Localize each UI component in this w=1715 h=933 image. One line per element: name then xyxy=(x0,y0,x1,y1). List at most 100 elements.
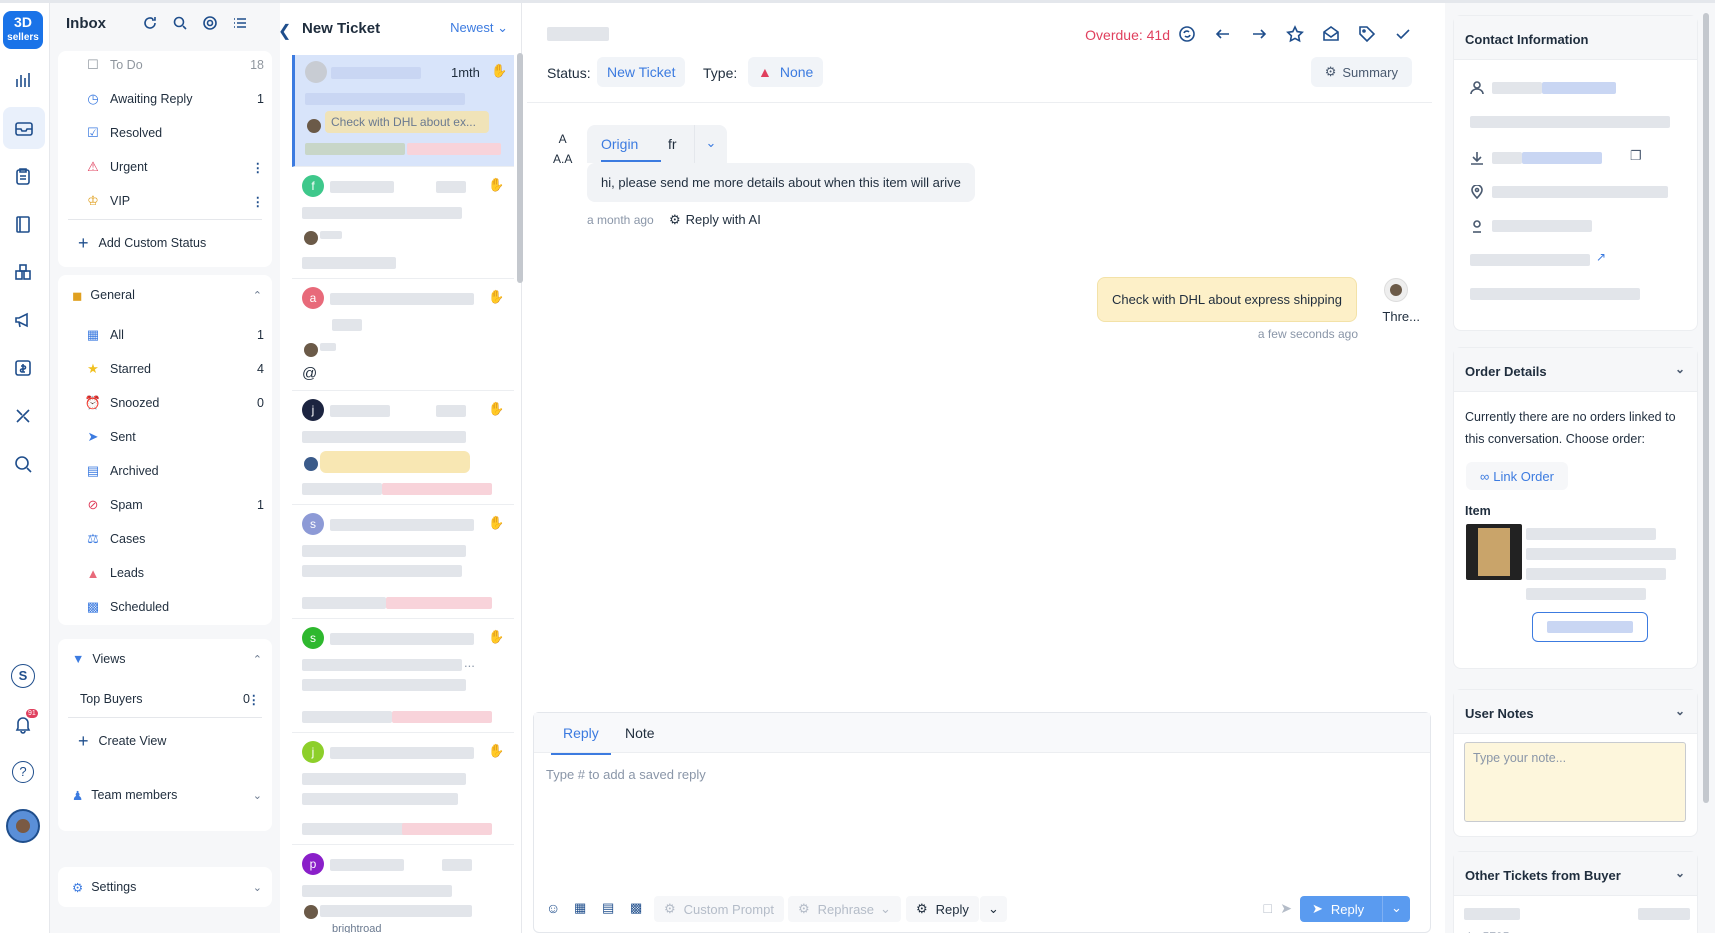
ticket-row[interactable]: f ✋ xyxy=(292,169,514,279)
all-icon: ▦ xyxy=(86,327,100,342)
view-menu-icon[interactable]: ⋮ xyxy=(248,692,261,707)
book-icon[interactable] xyxy=(10,211,36,237)
notifications-bell-icon[interactable]: 91 xyxy=(10,709,38,737)
mail-open-icon[interactable] xyxy=(1322,25,1340,43)
send-dropdown-icon[interactable]: ⌄ xyxy=(1382,896,1410,922)
send-reply-button[interactable]: ➤ Reply ⌄ xyxy=(1300,896,1410,922)
image-icon[interactable]: ▩ xyxy=(630,900,642,916)
tab-language-fr[interactable]: fr xyxy=(668,136,677,152)
arrow-right-icon[interactable] xyxy=(1250,25,1268,43)
copy-icon[interactable]: ❐ xyxy=(1630,148,1642,164)
search-analytics-icon[interactable] xyxy=(10,451,36,477)
tools-icon[interactable] xyxy=(10,403,36,429)
ai-reply-button[interactable]: ⚙ Reply xyxy=(906,896,979,922)
contact-name-row xyxy=(1466,80,1686,96)
add-custom-status-button[interactable]: + Add Custom Status xyxy=(78,233,258,253)
refresh-icon[interactable] xyxy=(142,15,158,31)
user-avatar[interactable] xyxy=(6,809,40,843)
status-dropdown[interactable]: New Ticket xyxy=(597,57,686,87)
general-item-scheduled[interactable]: ▩ Scheduled xyxy=(84,597,264,617)
order-action-button[interactable] xyxy=(1532,612,1648,642)
sync-icon[interactable] xyxy=(1178,25,1196,43)
clipboard-icon[interactable] xyxy=(10,163,36,189)
ticket-row[interactable]: j ✋ xyxy=(292,393,514,505)
page-scrollbar[interactable] xyxy=(1703,13,1709,803)
gear-icon[interactable] xyxy=(202,15,218,31)
settings-section[interactable]: ⚙ Settings ⌄ xyxy=(72,877,268,897)
agent-avatar xyxy=(307,119,321,133)
search-icon[interactable] xyxy=(172,15,188,31)
general-item-all[interactable]: ▦ All 1 xyxy=(84,325,264,345)
reply-textarea[interactable]: Type # to add a saved reply xyxy=(546,767,706,782)
type-dropdown[interactable]: ▲ None xyxy=(748,57,824,87)
tab-origin[interactable]: Origin xyxy=(601,136,638,152)
billing-icon[interactable] xyxy=(10,355,36,381)
user-note-textarea[interactable]: Type your note... xyxy=(1464,742,1686,822)
translate-toggle[interactable]: A A.A xyxy=(553,129,572,169)
contact-information-card: Contact Information ❐ ↗ xyxy=(1453,15,1698,331)
help-icon[interactable]: ? xyxy=(10,759,36,785)
status-s-icon[interactable]: S xyxy=(10,663,36,689)
order-details-header[interactable]: Order Details ⌄ xyxy=(1454,348,1697,392)
tag-icon[interactable] xyxy=(1358,25,1376,43)
other-tickets-header[interactable]: Other Tickets from Buyer ⌄ xyxy=(1454,852,1697,896)
ai-reply-dropdown-icon[interactable]: ⌄ xyxy=(980,896,1007,922)
id-card-icon[interactable]: ▦ xyxy=(574,900,586,916)
urgent-menu-icon[interactable]: ⋮ xyxy=(252,160,265,175)
ticket-row[interactable]: s ✋ xyxy=(292,507,514,619)
status-item-urgent[interactable]: ⚠ Urgent ⋮ xyxy=(84,157,264,177)
ticket-row[interactable]: 1mth ✋ Check with DHL about ex... xyxy=(292,55,514,167)
status-item-awaiting-reply[interactable]: ◷ Awaiting Reply 1 xyxy=(84,89,264,109)
status-item-resolved[interactable]: ☑ Resolved xyxy=(84,123,264,143)
inbox-icon[interactable] xyxy=(3,107,45,149)
create-view-button[interactable]: + Create View xyxy=(78,731,258,751)
sort-dropdown[interactable]: Newest ⌄ xyxy=(450,20,508,36)
analytics-icon[interactable] xyxy=(10,67,36,93)
feedback-icon[interactable]: □ xyxy=(1264,900,1272,916)
template-icon[interactable]: ▤ xyxy=(602,900,614,916)
general-item-starred[interactable]: ★ Starred 4 xyxy=(84,359,264,379)
reply-with-ai-button[interactable]: ⚙ Reply with AI xyxy=(669,212,761,228)
overdue-label: Overdue: 41d xyxy=(1085,27,1170,43)
schedule-send-icon[interactable]: ➤ xyxy=(1280,900,1292,917)
view-item-top-buyers[interactable]: Top Buyers 0 ⋮ xyxy=(80,689,260,709)
check-icon[interactable] xyxy=(1394,25,1412,43)
user-notes-header[interactable]: User Notes ⌄ xyxy=(1454,690,1697,734)
link-order-button[interactable]: ∞ Link Order xyxy=(1466,462,1568,490)
external-link-icon[interactable]: ↗ xyxy=(1596,250,1606,264)
team-members-section[interactable]: ♟ Team members ⌄ xyxy=(72,785,268,805)
leads-icon: ▲ xyxy=(86,565,100,581)
wave-icon: ✋ xyxy=(488,743,505,758)
list-icon[interactable] xyxy=(232,15,248,31)
emoji-icon[interactable]: ☺ xyxy=(546,900,560,916)
brand-logo[interactable]: 3D sellers xyxy=(3,11,43,49)
ticket-row[interactable]: s ✋ ... xyxy=(292,621,514,733)
general-section-header[interactable]: ◼ General ⌃ xyxy=(72,285,268,305)
products-icon[interactable] xyxy=(10,259,36,285)
arrow-left-icon[interactable] xyxy=(1214,25,1232,43)
vip-menu-icon[interactable]: ⋮ xyxy=(252,194,265,209)
ticket-row[interactable]: p brightroad xyxy=(292,847,514,933)
general-item-cases[interactable]: ⚖ Cases xyxy=(84,529,264,549)
star-icon[interactable] xyxy=(1286,25,1304,43)
ticket-row[interactable]: a ✋ @ xyxy=(292,281,514,391)
team-icon: ♟ xyxy=(72,788,84,803)
general-item-snoozed[interactable]: ⏰ Snoozed 0 xyxy=(84,393,264,413)
ticket-list-scrollbar[interactable] xyxy=(517,53,523,283)
language-dropdown-icon[interactable]: ⌄ xyxy=(694,125,727,163)
summary-button[interactable]: ⚙ Summary xyxy=(1310,57,1412,87)
general-item-sent[interactable]: ➤ Sent xyxy=(84,427,264,447)
general-item-leads[interactable]: ▲ Leads xyxy=(84,563,264,583)
status-item-vip[interactable]: ♔ VIP ⋮ xyxy=(84,191,264,211)
general-item-archived[interactable]: ▤ Archived xyxy=(84,461,264,481)
status-item-todo[interactable]: ☐ To Do 18 xyxy=(84,55,264,75)
general-item-spam[interactable]: ⊘ Spam 1 xyxy=(84,495,264,515)
rephrase-button[interactable]: ⚙ Rephrase ⌄ xyxy=(788,896,901,922)
ticket-row[interactable]: j ✋ xyxy=(292,735,514,845)
custom-prompt-button[interactable]: ⚙ Custom Prompt xyxy=(654,896,784,922)
tab-reply[interactable]: Reply xyxy=(551,725,611,755)
divider xyxy=(68,219,262,220)
tab-note[interactable]: Note xyxy=(625,725,655,741)
views-section-header[interactable]: ▼ Views ⌃ xyxy=(72,649,268,669)
megaphone-icon[interactable] xyxy=(10,307,36,333)
